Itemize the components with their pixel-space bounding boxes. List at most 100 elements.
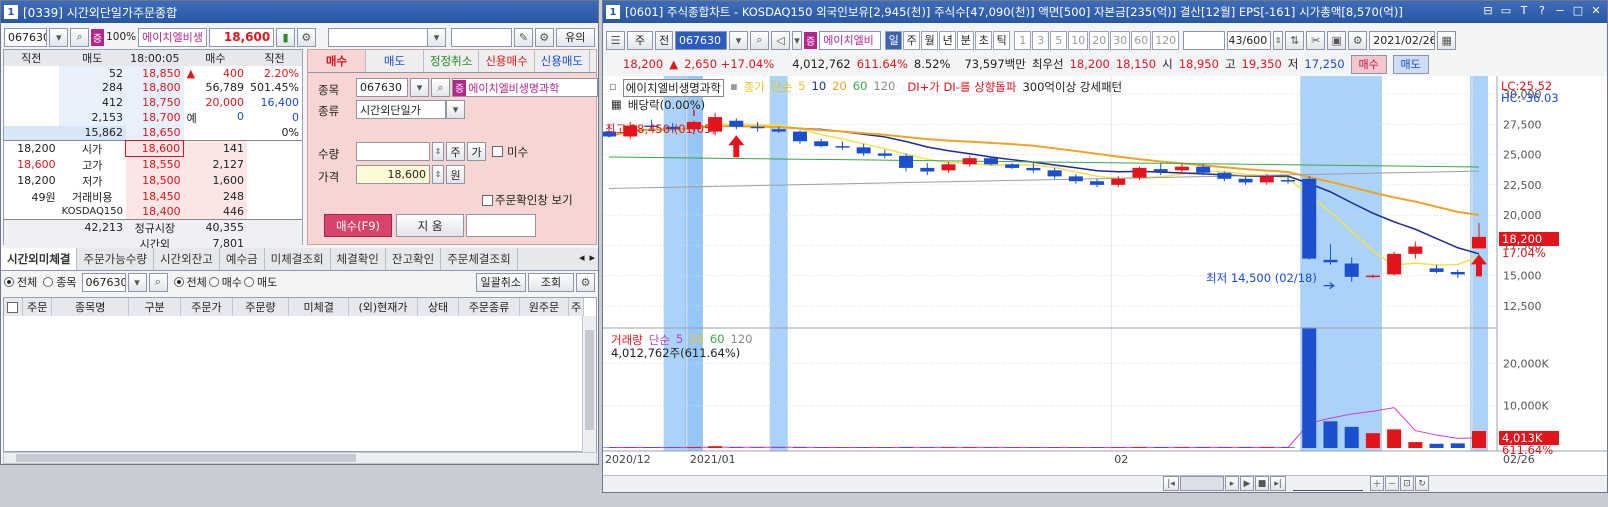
filter-gear-icon[interactable]: ⚙ <box>576 272 595 292</box>
select-all-checkbox[interactable] <box>6 302 18 313</box>
cancel-all-button[interactable]: 일괄취소 <box>475 272 526 292</box>
play-icon[interactable]: ▶ <box>1240 476 1254 491</box>
ask-price[interactable]: 18,850 <box>125 66 184 81</box>
chart-link-icon[interactable]: ▮ <box>276 27 295 47</box>
misu-checkbox[interactable] <box>492 146 503 157</box>
tab-credit-sell[interactable]: 신용매도 <box>535 50 590 72</box>
filter-code-input[interactable]: 067630 <box>81 272 126 292</box>
count-spinner-icon[interactable]: ⇕ <box>1273 30 1284 50</box>
period-button[interactable]: 틱 <box>993 30 1011 50</box>
bid-price[interactable]: 18,400 <box>125 204 184 219</box>
grid-header[interactable]: 주문량 <box>232 298 290 316</box>
chart-sell-button[interactable]: 매도 <box>1392 54 1429 74</box>
order-note-input[interactable] <box>466 214 536 237</box>
minute-button[interactable]: 120 <box>1152 30 1180 50</box>
all-items-radio[interactable] <box>4 277 14 287</box>
bid-price[interactable]: 18,500 <box>125 172 184 189</box>
side-sell-radio[interactable] <box>244 277 254 287</box>
tab-credit-buy[interactable]: 신용매수 <box>479 50 535 72</box>
grid-vscrollbar[interactable] <box>582 316 596 452</box>
grid-header[interactable]: (외)현재가 <box>348 298 418 316</box>
minute-button[interactable]: 1 <box>1014 30 1032 50</box>
chart-buy-button[interactable]: 매수 <box>1350 54 1387 74</box>
period-button[interactable]: 주 <box>903 30 921 50</box>
maximize-icon[interactable]: □ <box>1571 4 1585 18</box>
zoom-in-icon[interactable]: ＋ <box>1370 476 1384 491</box>
tab-after-hours-unfilled[interactable]: 시간외미체결 <box>1 248 78 270</box>
tab-available-qty[interactable]: 주문가능수량 <box>77 248 154 270</box>
speaker-icon[interactable]: ◁ <box>771 30 790 50</box>
scroll-start-icon[interactable]: |◂ <box>1163 476 1179 491</box>
tab-fill-check[interactable]: 체결확인 <box>331 248 386 270</box>
period-button[interactable]: 초 <box>975 30 993 50</box>
side-all-radio[interactable] <box>173 277 184 287</box>
price-spinner-icon[interactable]: ⇕ <box>432 165 444 184</box>
grid-hscrollbar[interactable] <box>3 452 597 464</box>
order-code-input[interactable]: 067630 <box>356 78 408 97</box>
edit-icon[interactable]: ✎ <box>514 27 533 47</box>
ask-price[interactable]: 18,700 <box>125 109 184 126</box>
bid-price[interactable]: 18,550 <box>125 156 184 173</box>
chart-code-input[interactable]: 067630 <box>675 30 727 50</box>
tab-sell[interactable]: 매도 <box>366 50 424 72</box>
scroll-next-icon[interactable]: ▸ <box>1225 476 1239 491</box>
item-radio[interactable] <box>43 277 54 287</box>
tools-icon[interactable]: ✂ <box>1306 30 1326 50</box>
grid-header[interactable]: 주문가 <box>180 298 233 316</box>
tab-buy[interactable]: 매수 <box>308 50 366 72</box>
grid-header[interactable]: 원주문 <box>519 298 570 316</box>
price-input[interactable]: 18,600 <box>356 165 430 184</box>
chart-stock-name[interactable]: 에이치엘비 <box>819 30 882 50</box>
tab-unfilled-query[interactable]: 미체결조회 <box>265 248 331 270</box>
side-buy-radio[interactable] <box>208 277 219 287</box>
tab-modify[interactable]: 정정취소 <box>424 50 480 72</box>
dropdown-arrow-icon[interactable]: ▾ <box>49 27 69 47</box>
save-icon[interactable]: ▣ <box>1327 30 1347 50</box>
grid-header[interactable]: 주문 <box>22 298 53 316</box>
zoom-out-icon[interactable]: － <box>1385 476 1399 491</box>
period-button[interactable]: 일 <box>885 30 903 50</box>
indicator-icon[interactable]: ⇅ <box>1285 30 1305 50</box>
account-dropdown-icon[interactable]: ▾ <box>427 27 446 47</box>
mode-select[interactable]: 주 <box>627 30 653 50</box>
order-type-select[interactable]: 시간외단일가 <box>356 100 446 119</box>
stop-icon[interactable]: ■ <box>1255 476 1269 491</box>
chart-menu-icon[interactable]: ☰ <box>606 30 625 50</box>
password-input[interactable] <box>450 27 513 47</box>
ask-price[interactable]: 18,800 <box>125 80 184 95</box>
account-select[interactable] <box>327 27 429 47</box>
grid-header[interactable]: 구분 <box>128 298 182 316</box>
calendar-icon[interactable]: ▦ <box>1437 30 1457 50</box>
grid-header[interactable]: 주문종류 <box>458 298 520 316</box>
minute-button[interactable]: 60 <box>1131 30 1152 50</box>
grid-header[interactable]: 상태 <box>417 298 460 316</box>
search-icon[interactable]: ⌕ <box>70 27 89 47</box>
period-button[interactable]: 분 <box>957 30 975 50</box>
qty-input[interactable] <box>356 142 430 161</box>
query-button[interactable]: 조회 <box>528 272 574 292</box>
tab-after-hours-balance[interactable]: 시간외잔고 <box>154 248 220 270</box>
period-button[interactable]: 년 <box>939 30 957 50</box>
period-button[interactable]: 월 <box>921 30 939 50</box>
tab-scroll-left-icon[interactable]: ◂ <box>577 248 587 270</box>
minute-button[interactable]: 3 <box>1032 30 1050 50</box>
confirm-checkbox[interactable] <box>482 195 493 206</box>
caution-button[interactable]: 유의 <box>555 27 596 47</box>
date-input[interactable]: 2021/02/26 <box>1369 30 1436 50</box>
jeon-button[interactable]: 전 <box>655 30 673 50</box>
ask-price[interactable]: 18,650 <box>125 125 184 140</box>
grid-header[interactable]: 종목명 <box>51 298 130 316</box>
clear-button[interactable]: 지 움 <box>396 214 464 237</box>
chart-search-icon[interactable]: ⌕ <box>750 30 769 50</box>
chart-code-dropdown-icon[interactable]: ▾ <box>729 30 748 50</box>
bid-price[interactable]: 18,450 <box>125 188 184 205</box>
minute-button[interactable]: 5 <box>1050 30 1068 50</box>
speaker-dropdown-icon[interactable]: ▾ <box>792 30 802 50</box>
screen-icon[interactable]: ▭ <box>1499 4 1513 18</box>
price-unit-button[interactable]: 원 <box>446 165 465 184</box>
qty-share-button[interactable]: 주 <box>446 142 465 161</box>
order-code-dropdown-icon[interactable]: ▾ <box>410 78 429 97</box>
filter-search-icon[interactable]: ⌕ <box>148 272 168 292</box>
zoom-slider[interactable] <box>1293 476 1363 491</box>
order-window-titlebar[interactable]: 1 [0339] 시간외단일가주문종합 <box>1 1 598 23</box>
